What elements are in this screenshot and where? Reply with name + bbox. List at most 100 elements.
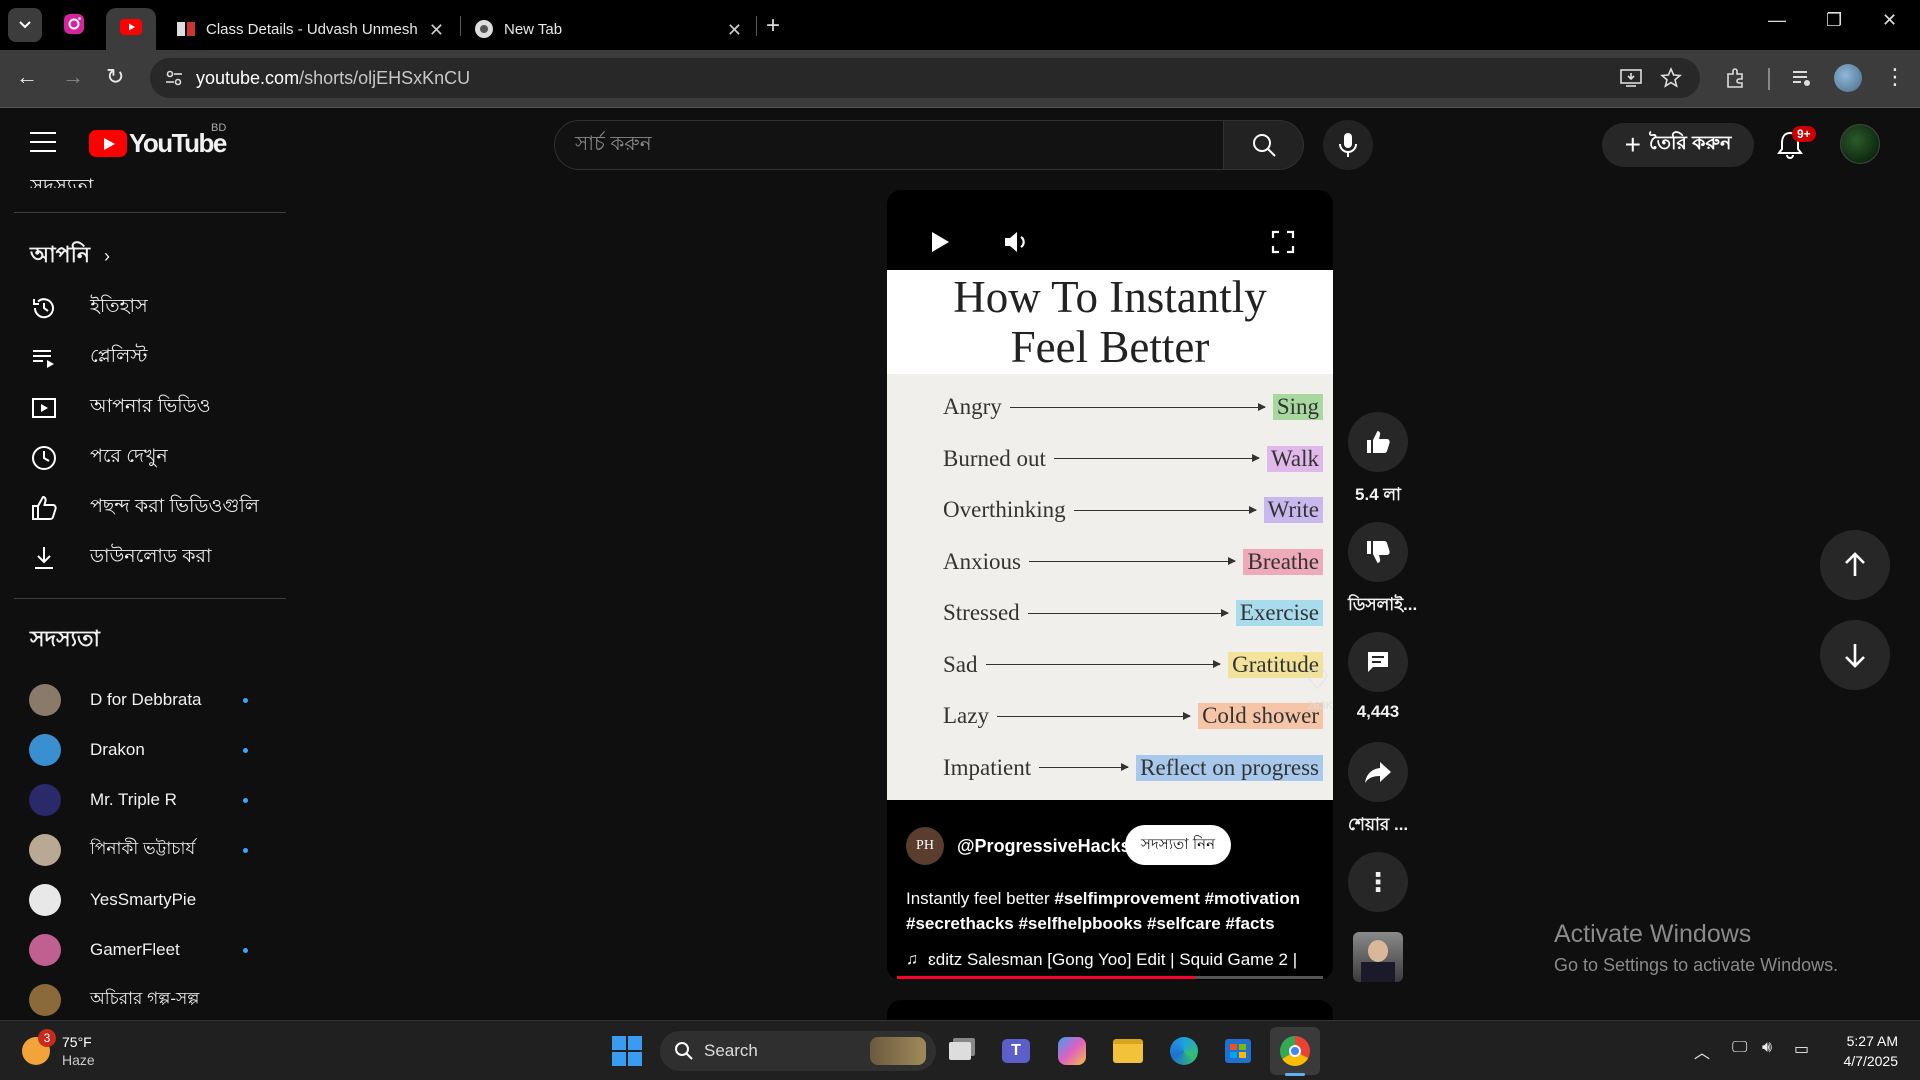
close-tab-icon[interactable]: ✕ [429,20,444,41]
windows-start-icon[interactable] [612,1036,642,1066]
dislike-button[interactable] [1348,522,1408,582]
back-button[interactable]: ← [16,64,38,90]
chrome-menu-icon[interactable]: ⋮ [1884,64,1906,90]
play-icon[interactable] [929,230,951,254]
sidebar-item-subscriptions-cut[interactable]: সদস্যতা [30,172,94,188]
weather-widget[interactable]: 3 75°F Haze [22,1029,95,1069]
account-avatar[interactable] [1840,124,1880,164]
card-like-count: 263K [1307,700,1333,712]
subscription-item[interactable]: YesSmartyPie [0,876,288,924]
guide-menu-icon[interactable] [30,132,56,152]
create-button[interactable]: + তৈরি করুন [1602,123,1754,167]
short-card-title: How To Instantly Feel Better [887,270,1333,374]
arrow-right-icon [1053,454,1261,462]
search-button[interactable] [1224,120,1304,170]
subscribe-button[interactable]: সদস্যতা নিন [1125,825,1232,865]
sidebar-you-heading[interactable]: আপনি › [30,238,110,275]
toolbar-divider [1768,68,1770,90]
speaker-icon[interactable]: 🔊︎ [1762,1039,1772,1057]
music-link[interactable]: ♫ ɛditz Salesman [Gong Yoo] Edit | Squid… [906,950,1297,970]
dislike-action[interactable]: ডিসলাই... [1348,522,1417,620]
install-app-icon[interactable] [1620,68,1642,88]
reload-button[interactable]: ↻ [106,64,124,90]
download-icon [35,547,53,569]
channel-avatar[interactable]: PH [906,827,944,865]
subscription-item[interactable]: Mr. Triple R [0,776,288,824]
edge-icon[interactable] [1166,1033,1202,1069]
tray-overflow-icon[interactable]: ︿ [1694,1039,1710,1063]
feeling-label: Sad [943,651,978,677]
subscription-item[interactable]: পিনাকী ভট্টাচার্য [0,826,288,874]
remedy-label: Breathe [1243,548,1323,575]
copilot-icon[interactable] [1054,1033,1090,1069]
sidebar-item-liked-videos[interactable]: পছন্দ করা ভিডিওগুলি [0,484,288,532]
share-action[interactable]: শেয়ার ... [1348,742,1408,840]
extensions-icon[interactable] [1724,66,1748,90]
subscription-item[interactable]: D for Debbrata [0,676,288,724]
system-clock[interactable]: 5:27 AM 4/7/2025 [1834,1031,1899,1071]
media-controls-icon[interactable] [1790,66,1814,90]
pinned-tab-youtube[interactable] [106,8,156,50]
close-tab-icon[interactable]: ✕ [727,20,742,41]
shorts-player[interactable]: How To Instantly Feel Better Angry Sing Bu… [887,190,1333,980]
task-view-icon[interactable] [942,1033,978,1069]
description-hashtags[interactable]: #selfimprovement #motivation [1054,889,1300,908]
network-icon[interactable]: 🖵 [1732,1039,1747,1057]
share-button[interactable] [1348,742,1408,802]
sound-thumbnail[interactable] [1353,932,1403,982]
sidebar-item-your-videos[interactable]: আপনার ভিডিও [0,384,288,432]
sidebar-item-watch-later[interactable]: পরে দেখুন [0,434,288,482]
search-input[interactable]: সার্চ করুন [554,120,1224,170]
sidebar-item-history[interactable]: ইতিহাস [0,284,288,332]
chrome-taskbar-icon[interactable] [1277,1033,1313,1069]
comments-button[interactable] [1348,632,1408,692]
profile-avatar[interactable] [1834,64,1862,92]
channel-avatar [29,684,61,716]
subscription-item[interactable]: GamerFleet [0,926,288,974]
short-title-line: Feel Better [1010,322,1210,372]
subscription-name: D for Debbrata [90,690,202,709]
subscription-item[interactable]: Drakon [0,726,288,774]
comment-icon [1368,652,1388,672]
like-button[interactable] [1348,412,1408,472]
next-short-button[interactable] [1820,620,1890,690]
youtube-masthead: YouTube BD সার্চ করুন + তৈরি করুন 9+ [0,108,1920,180]
tab-search-button[interactable] [8,8,42,42]
more-options-button[interactable]: ⋮ [1348,852,1408,912]
voice-search-button[interactable] [1323,120,1373,170]
volume-icon[interactable] [1003,230,1031,254]
plus-icon: + [1624,129,1642,160]
taskbar-search[interactable]: Search [660,1031,936,1071]
sidebar-item-downloads[interactable]: ডাউনলোড করা [0,534,288,582]
youtube-logo[interactable]: YouTube BD [89,122,227,159]
like-action[interactable]: 5.4 লা [1348,412,1408,510]
pinned-tab-instagram[interactable] [62,12,86,36]
teams-icon[interactable]: T [998,1033,1034,1069]
address-bar[interactable]: youtube.com/shorts/oljEHSxKnCU [150,58,1700,98]
microsoft-store-icon[interactable] [1220,1033,1256,1069]
short-title-line: How To Instantly [953,272,1267,322]
restore-button[interactable]: ❐ [1826,10,1842,31]
tab-class-details[interactable]: Class Details - Udvash Unmesh ✕ [164,8,454,50]
bookmark-star-icon[interactable] [1660,67,1682,89]
new-tab-button[interactable]: + [766,12,780,40]
battery-icon[interactable]: ▭ [1794,1039,1809,1059]
file-explorer-icon[interactable] [1110,1033,1146,1069]
playback-progress-track[interactable] [897,976,1323,979]
subscription-item[interactable]: অচিরার গল্প-সল্প [0,976,288,1024]
site-settings-icon[interactable] [164,68,184,88]
comments-action[interactable]: 4,443 [1348,632,1408,722]
tab-new-tab[interactable]: New Tab ✕ [462,8,752,50]
short-description[interactable]: Instantly feel better #selfimprovement #… [906,886,1316,936]
description-hashtags[interactable]: #secrethacks #selfhelpbooks #selfcare #f… [906,914,1275,933]
comment-count: 4,443 [1356,702,1400,721]
minimize-button[interactable]: — [1768,10,1786,31]
sidebar-item-playlist[interactable]: প্লেলিস্ট [0,334,288,382]
previous-short-button[interactable] [1820,530,1890,600]
more-actions[interactable]: ⋮ [1348,852,1408,912]
fullscreen-icon[interactable] [1271,230,1295,254]
tab-title: New Tab [504,20,563,38]
channel-handle[interactable]: @ProgressiveHacks [957,836,1131,857]
close-window-button[interactable]: ✕ [1882,10,1897,31]
forward-button[interactable]: → [62,64,84,90]
